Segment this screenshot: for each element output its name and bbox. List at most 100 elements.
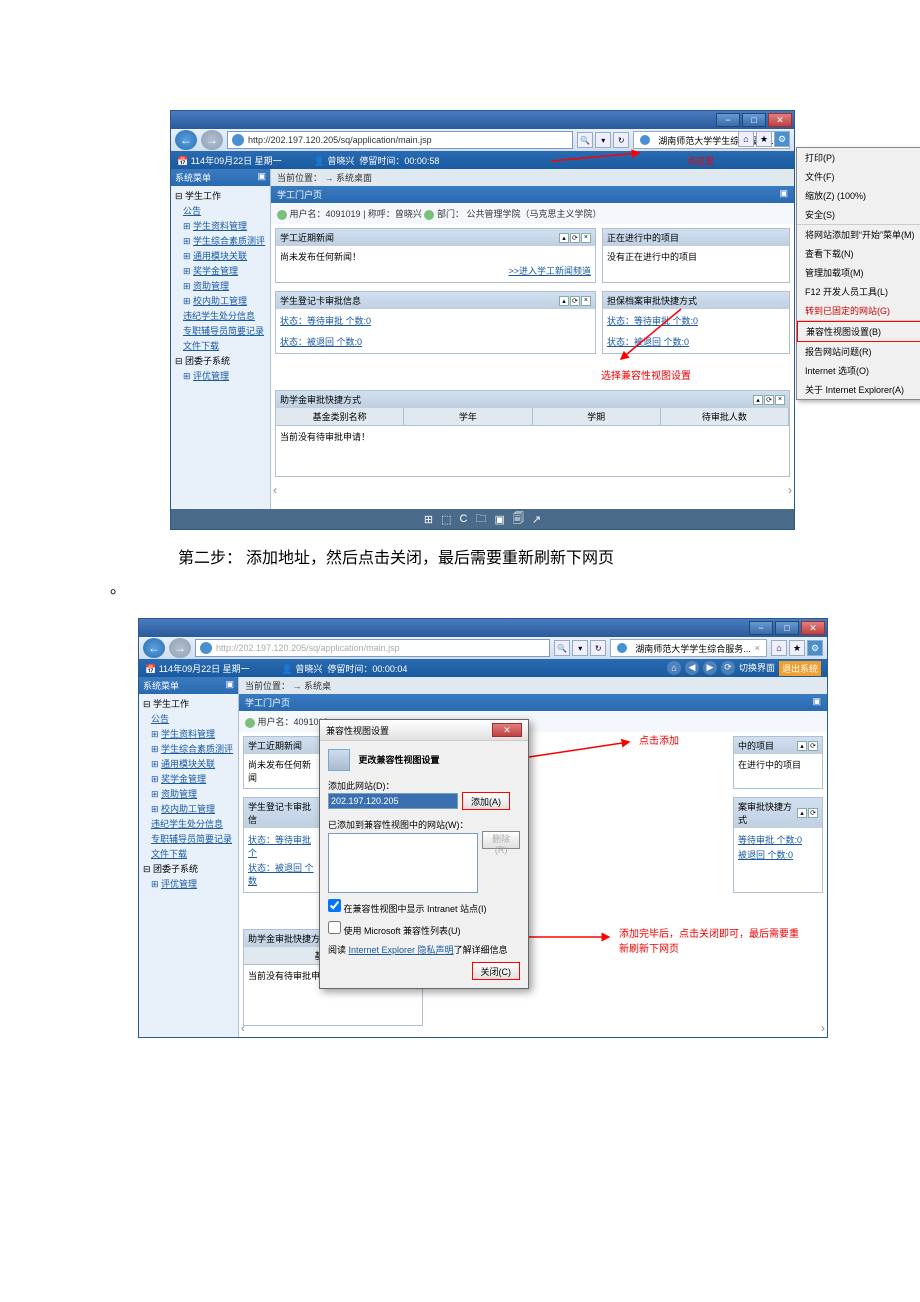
tree-item[interactable]: ⊞ 评优管理 xyxy=(175,368,266,383)
scroll-right-icon[interactable]: › xyxy=(821,1021,825,1035)
news-more-link[interactable]: >>进入学工新闻频道 xyxy=(280,263,591,278)
nav-refresh-icon[interactable]: ⟳ xyxy=(721,661,735,675)
menu-ie-options[interactable]: Internet 选项(O) xyxy=(797,361,920,380)
tool-icon[interactable]: 🗀 xyxy=(475,510,486,529)
tree-item[interactable]: 专职辅导员简要记录 xyxy=(143,831,234,846)
status-link[interactable]: 状态：等待审批 个 xyxy=(248,832,318,860)
panel-up-icon[interactable]: ▴ xyxy=(797,741,807,751)
scroll-right-icon[interactable]: › xyxy=(788,483,792,497)
panel-refresh-icon[interactable]: ⟳ xyxy=(808,808,818,818)
tree-item[interactable]: 违纪学生处分信息 xyxy=(143,816,234,831)
tree-item[interactable]: ⊞ 奖学金管理 xyxy=(143,771,234,786)
maximize-button[interactable]: □ xyxy=(775,621,799,635)
favorites-icon[interactable]: ★ xyxy=(756,131,772,147)
tree-item[interactable]: ⊞ 学生综合素质测评 xyxy=(143,741,234,756)
tree-item[interactable]: ⊞ 学生综合素质测评 xyxy=(175,233,266,248)
tool-icon[interactable]: C xyxy=(460,513,468,525)
tree-item[interactable]: 违纪学生处分信息 xyxy=(175,308,266,323)
nav-home-icon[interactable]: ⌂ xyxy=(667,661,681,675)
menu-safety[interactable]: 安全(S)▸ xyxy=(797,205,920,225)
portal-toggle-icon[interactable]: ▣ xyxy=(779,188,788,201)
panel-up-icon[interactable]: ▴ xyxy=(559,233,569,243)
tree-item[interactable]: ⊞ 评优管理 xyxy=(143,876,234,891)
panel-close-icon[interactable]: × xyxy=(581,233,591,243)
nav-fwd-icon[interactable]: ▶ xyxy=(703,661,717,675)
tab-close-icon[interactable]: × xyxy=(755,643,760,653)
panel-close-icon[interactable]: × xyxy=(581,296,591,306)
menu-print[interactable]: 打印(P)▸ xyxy=(797,148,920,167)
portal-toggle-icon[interactable]: ▣ xyxy=(812,696,821,709)
panel-close-icon[interactable]: × xyxy=(775,395,785,405)
panel-refresh-icon[interactable]: ⟳ xyxy=(570,233,580,243)
tree-item[interactable]: ⊞ 校内助工管理 xyxy=(143,801,234,816)
switch-page-link[interactable]: 切换界面 xyxy=(739,661,775,676)
scroll-left-icon[interactable]: ‹ xyxy=(273,483,277,497)
menu-go-pinned[interactable]: 转到已固定的网站(G) xyxy=(797,301,920,321)
tree-root-tw[interactable]: ⊟ 团委子系统 xyxy=(175,353,266,368)
tree-item[interactable]: ⊞ 通用模块关联 xyxy=(175,248,266,263)
panel-refresh-icon[interactable]: ⟳ xyxy=(764,395,774,405)
sidebar-toggle-icon[interactable]: ▣ xyxy=(225,679,234,692)
tree-item[interactable]: 公告 xyxy=(175,203,266,218)
tool-icon[interactable]: ⬚ xyxy=(441,513,451,526)
search-icon[interactable]: 🔍 xyxy=(554,640,570,656)
panel-refresh-icon[interactable]: ⟳ xyxy=(808,741,818,751)
browser-tab[interactable]: 湖南师范大学学生综合服务... × xyxy=(610,639,767,657)
back-button[interactable]: ← xyxy=(175,130,197,150)
minimize-button[interactable]: − xyxy=(716,113,740,127)
close-button[interactable]: ✕ xyxy=(801,621,825,635)
tree-item[interactable]: ⊞ 奖学金管理 xyxy=(175,263,266,278)
menu-file[interactable]: 文件(F)▸ xyxy=(797,167,920,186)
add-site-input[interactable] xyxy=(328,793,458,809)
status-link[interactable]: 状态：等待审批 个数:0 xyxy=(607,313,785,328)
site-listbox[interactable] xyxy=(328,833,478,893)
panel-up-icon[interactable]: ▴ xyxy=(753,395,763,405)
tree-item[interactable]: ⊞ 学生资料管理 xyxy=(143,726,234,741)
dialog-close-button[interactable]: ✕ xyxy=(492,723,522,737)
tool-icon[interactable]: ↗ xyxy=(532,513,541,526)
status-link[interactable]: 状态：被退回 个数 xyxy=(248,860,318,888)
tools-gear-icon[interactable]: ⚙ xyxy=(774,131,790,147)
tree-item[interactable]: 文件下载 xyxy=(143,846,234,861)
home-icon[interactable]: ⌂ xyxy=(771,640,787,656)
tree-item[interactable]: 公告 xyxy=(143,711,234,726)
sidebar-toggle-icon[interactable]: ▣ xyxy=(257,171,266,184)
tree-item[interactable]: ⊞ 资助管理 xyxy=(175,278,266,293)
scroll-left-icon[interactable]: ‹ xyxy=(241,1021,245,1035)
status-link[interactable]: 状态：被退回 个数:0 xyxy=(280,334,591,349)
url-input[interactable]: http://202.197.120.205/sq/application/ma… xyxy=(227,131,573,149)
tree-item[interactable]: ⊞ 学生资料管理 xyxy=(175,218,266,233)
tool-icon[interactable]: ▣ xyxy=(494,513,504,526)
add-button[interactable]: 添加(A) xyxy=(462,792,510,810)
menu-compat-view[interactable]: 兼容性视图设置(B) xyxy=(797,321,920,342)
tree-item[interactable]: 专职辅导员简要记录 xyxy=(175,323,266,338)
menu-manage-addons[interactable]: 管理加载项(M) xyxy=(797,263,920,282)
refresh-button[interactable]: ↻ xyxy=(590,640,606,656)
tree-root-tw[interactable]: ⊟ 团委子系统 xyxy=(143,861,234,876)
tools-gear-icon[interactable]: ⚙ xyxy=(807,640,823,656)
status-link[interactable]: 状态：等待审批 个数:0 xyxy=(280,313,591,328)
menu-zoom[interactable]: 缩放(Z) (100%)▸ xyxy=(797,186,920,205)
menu-report[interactable]: 报告网站问题(R) xyxy=(797,342,920,361)
forward-button[interactable]: → xyxy=(169,638,191,658)
tool-icon[interactable]: 🗐 xyxy=(513,510,524,529)
menu-f12[interactable]: F12 开发人员工具(L) xyxy=(797,282,920,301)
panel-up-icon[interactable]: ▴ xyxy=(559,296,569,306)
menu-view-downloads[interactable]: 查看下载(N)Ctrl+J xyxy=(797,244,920,263)
close-button[interactable]: ✕ xyxy=(768,113,792,127)
menu-about-ie[interactable]: 关于 Internet Explorer(A) xyxy=(797,380,920,399)
dialog-close-btn[interactable]: 关闭(C) xyxy=(472,962,521,980)
tree-item[interactable]: ⊞ 校内助工管理 xyxy=(175,293,266,308)
url-input[interactable]: http://202.197.120.205/sq/application/ma… xyxy=(195,639,550,657)
search-dropdown[interactable]: ▾ xyxy=(572,640,588,656)
tool-icon[interactable]: ⊞ xyxy=(424,513,433,526)
cb-intranet[interactable]: 在兼容性视图中显示 Intranet 站点(I) xyxy=(328,904,487,914)
status-link[interactable]: 等待审批 个数:0 xyxy=(738,832,818,847)
panel-refresh-icon[interactable]: ⟳ xyxy=(570,296,580,306)
minimize-button[interactable]: − xyxy=(749,621,773,635)
status-link[interactable]: 被退回 个数:0 xyxy=(738,847,818,862)
nav-back-icon[interactable]: ◀ xyxy=(685,661,699,675)
tree-item[interactable]: ⊞ 资助管理 xyxy=(143,786,234,801)
privacy-link[interactable]: Internet Explorer 隐私声明 xyxy=(349,945,454,955)
tree-item[interactable]: ⊞ 通用模块关联 xyxy=(143,756,234,771)
